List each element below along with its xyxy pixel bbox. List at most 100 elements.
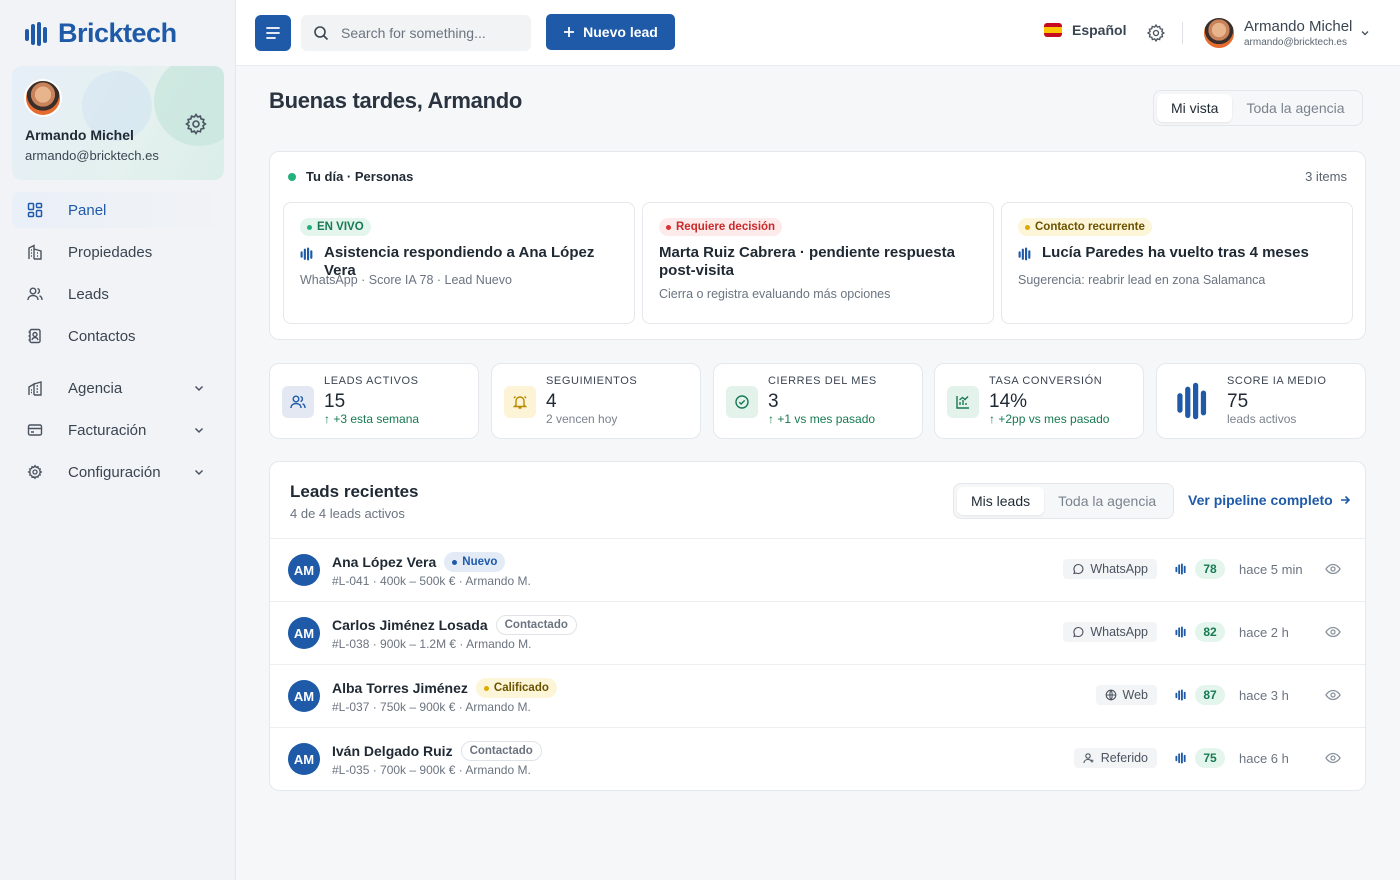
sidebar-item-propiedades[interactable]: Propiedades [12, 234, 224, 270]
leads-toggle: Mis leads Toda la agencia [953, 483, 1175, 519]
chevron-down-icon [194, 469, 204, 476]
section-subtitle: 4 de 4 leads activos [290, 506, 405, 521]
today-count: 3 items [1305, 169, 1347, 184]
eye-icon[interactable] [1325, 561, 1341, 577]
sidebar-item-facturacion[interactable]: Facturación [12, 412, 224, 448]
score-badge: 78 [1195, 559, 1225, 579]
kpi-trend: ↑ +1 vs mes pasado [768, 412, 876, 426]
sidebar: Bricktech Armando Michel armando@brickte… [0, 0, 236, 880]
new-lead-button[interactable]: Nuevo lead [546, 14, 675, 50]
plus-icon [564, 27, 575, 37]
sidebar-item-agencia[interactable]: Agencia [12, 370, 224, 406]
eye-icon[interactable] [1325, 624, 1341, 640]
menu-icon [266, 27, 280, 39]
kpi-card-closings[interactable]: CIERRES DEL MES 3 ↑ +1 vs mes pasado [713, 363, 923, 439]
sidebar-item-configuracion[interactable]: Configuración [12, 454, 224, 490]
referral-icon [1083, 753, 1094, 764]
user-menu[interactable]: Armando Michel armando@bricktech.es [1202, 16, 1352, 50]
gear-icon[interactable] [184, 112, 208, 136]
eye-icon[interactable] [1325, 687, 1341, 703]
sidebar-item-label: Contactos [68, 327, 136, 345]
bricktech-logo-icon [1175, 563, 1186, 575]
leads-option-mine[interactable]: Mis leads [957, 487, 1045, 515]
table-row[interactable]: AM Ana López Vera Nuevo #L-041 · 400k – … [270, 538, 1365, 601]
view-option-agency[interactable]: Toda la agencia [1232, 94, 1358, 122]
brand-name: Bricktech [58, 18, 177, 48]
lead-meta: #L-037 · 750k – 900k € · Armando M. [332, 700, 531, 714]
status-badge: Nuevo [444, 552, 506, 572]
today-item[interactable]: Contacto recurrente Lucía Paredes ha vue… [1001, 202, 1353, 324]
sidebar-item-label: Agencia [68, 379, 123, 397]
status-badge: Calificado [475, 678, 557, 698]
pipeline-link[interactable]: Ver pipeline completo [1188, 492, 1351, 508]
table-row[interactable]: AM Iván Delgado Ruiz Contactado #L-035 ·… [270, 727, 1365, 790]
score-badge: 75 [1195, 748, 1225, 768]
sidebar-item-leads[interactable]: Leads [12, 276, 224, 312]
lead-time: hace 6 h [1239, 750, 1289, 766]
bricktech-logo-icon [1018, 247, 1031, 261]
view-option-mine[interactable]: Mi vista [1157, 94, 1233, 122]
today-header: Tu día · Personas [288, 169, 413, 184]
kpi-label: CIERRES DEL MES [768, 375, 877, 387]
channel-tag: Referido [1073, 748, 1157, 768]
search-input[interactable] [341, 25, 521, 41]
search-box [301, 15, 531, 51]
bricktech-logo-icon [1177, 382, 1207, 420]
lead-time: hace 5 min [1239, 561, 1303, 577]
kpi-card-followups[interactable]: SEGUIMIENTOS 4 2 vencen hoy [491, 363, 701, 439]
view-toggle: Mi vista Toda la agencia [1153, 90, 1363, 126]
settings-gear-icon[interactable] [1146, 23, 1166, 43]
kpi-label: LEADS ACTIVOS [324, 375, 419, 387]
sidebar-item-label: Propiedades [68, 243, 153, 261]
status-badge: EN VIVO [300, 218, 371, 236]
avatar[interactable] [24, 79, 62, 117]
globe-icon [1105, 689, 1116, 701]
kpi-label: TASA CONVERSIÓN [989, 375, 1103, 387]
kpi-value: 15 [324, 391, 346, 412]
contacts-icon [28, 328, 41, 344]
bricktech-logo-icon [300, 247, 313, 261]
today-item[interactable]: Requiere decisión Marta Ruiz Cabrera · p… [642, 202, 994, 324]
lead-time: hace 2 h [1239, 624, 1289, 640]
bricktech-logo-icon [1175, 752, 1186, 764]
today-item-title: Lucía Paredes ha vuelto tras 4 meses [1018, 244, 1338, 262]
agency-icon [28, 381, 42, 396]
status-badge: Contactado [495, 615, 577, 635]
kpi-card-conversion[interactable]: TASA CONVERSIÓN 14% ↑ +2pp vs mes pasado [934, 363, 1144, 439]
table-row[interactable]: AM Alba Torres Jiménez Calificado #L-037… [270, 664, 1365, 727]
user-name: Armando Michel [1244, 18, 1353, 35]
search-icon [314, 26, 329, 41]
kpi-value: 14% [989, 391, 1028, 412]
sidebar-item-label: Facturación [68, 421, 147, 439]
kpi-card-score[interactable]: SCORE IA MEDIO 75 leads activos [1156, 363, 1366, 439]
sidebar-item-label: Panel [68, 201, 107, 219]
lead-meta: #L-041 · 400k – 500k € · Armando M. [332, 574, 531, 588]
today-item[interactable]: EN VIVO Asistencia respondiendo a Ana Ló… [283, 202, 635, 324]
section-title: Leads recientes [290, 482, 419, 501]
channel-tag: Web [1095, 685, 1157, 705]
brand-logo[interactable]: Bricktech [24, 18, 177, 49]
menu-toggle-button[interactable] [255, 15, 291, 51]
recent-leads-card: Leads recientes 4 de 4 leads activos Mis… [269, 461, 1366, 791]
status-badge: Contactado [460, 741, 542, 761]
sidebar-item-label: Configuración [68, 463, 161, 481]
sidebar-item-panel[interactable]: Panel [12, 192, 224, 228]
kpi-label: SCORE IA MEDIO [1227, 375, 1327, 387]
eye-icon[interactable] [1325, 750, 1341, 766]
today-card: Tu día · Personas 3 items EN VIVO Asiste… [269, 151, 1366, 340]
chevron-down-icon [194, 385, 204, 392]
chevron-down-icon[interactable] [1359, 27, 1371, 39]
language-selector[interactable]: Español [1044, 22, 1126, 38]
lead-avatar: AM [288, 743, 320, 775]
lead-meta: #L-038 · 900k – 1.2M € · Armando M. [332, 637, 532, 651]
profile-name: Armando Michel [25, 127, 134, 143]
new-lead-label: Nuevo lead [583, 24, 658, 40]
leads-option-agency[interactable]: Toda la agencia [1044, 487, 1170, 515]
lead-avatar: AM [288, 680, 320, 712]
status-badge: Contacto recurrente [1018, 218, 1152, 236]
bricktech-logo-icon [1175, 626, 1186, 638]
kpi-card-leads[interactable]: LEADS ACTIVOS 15 ↑ +3 esta semana [269, 363, 479, 439]
sidebar-item-contactos[interactable]: Contactos [12, 318, 224, 354]
whatsapp-icon [1073, 564, 1084, 575]
table-row[interactable]: AM Carlos Jiménez Losada Contactado #L-0… [270, 601, 1365, 664]
